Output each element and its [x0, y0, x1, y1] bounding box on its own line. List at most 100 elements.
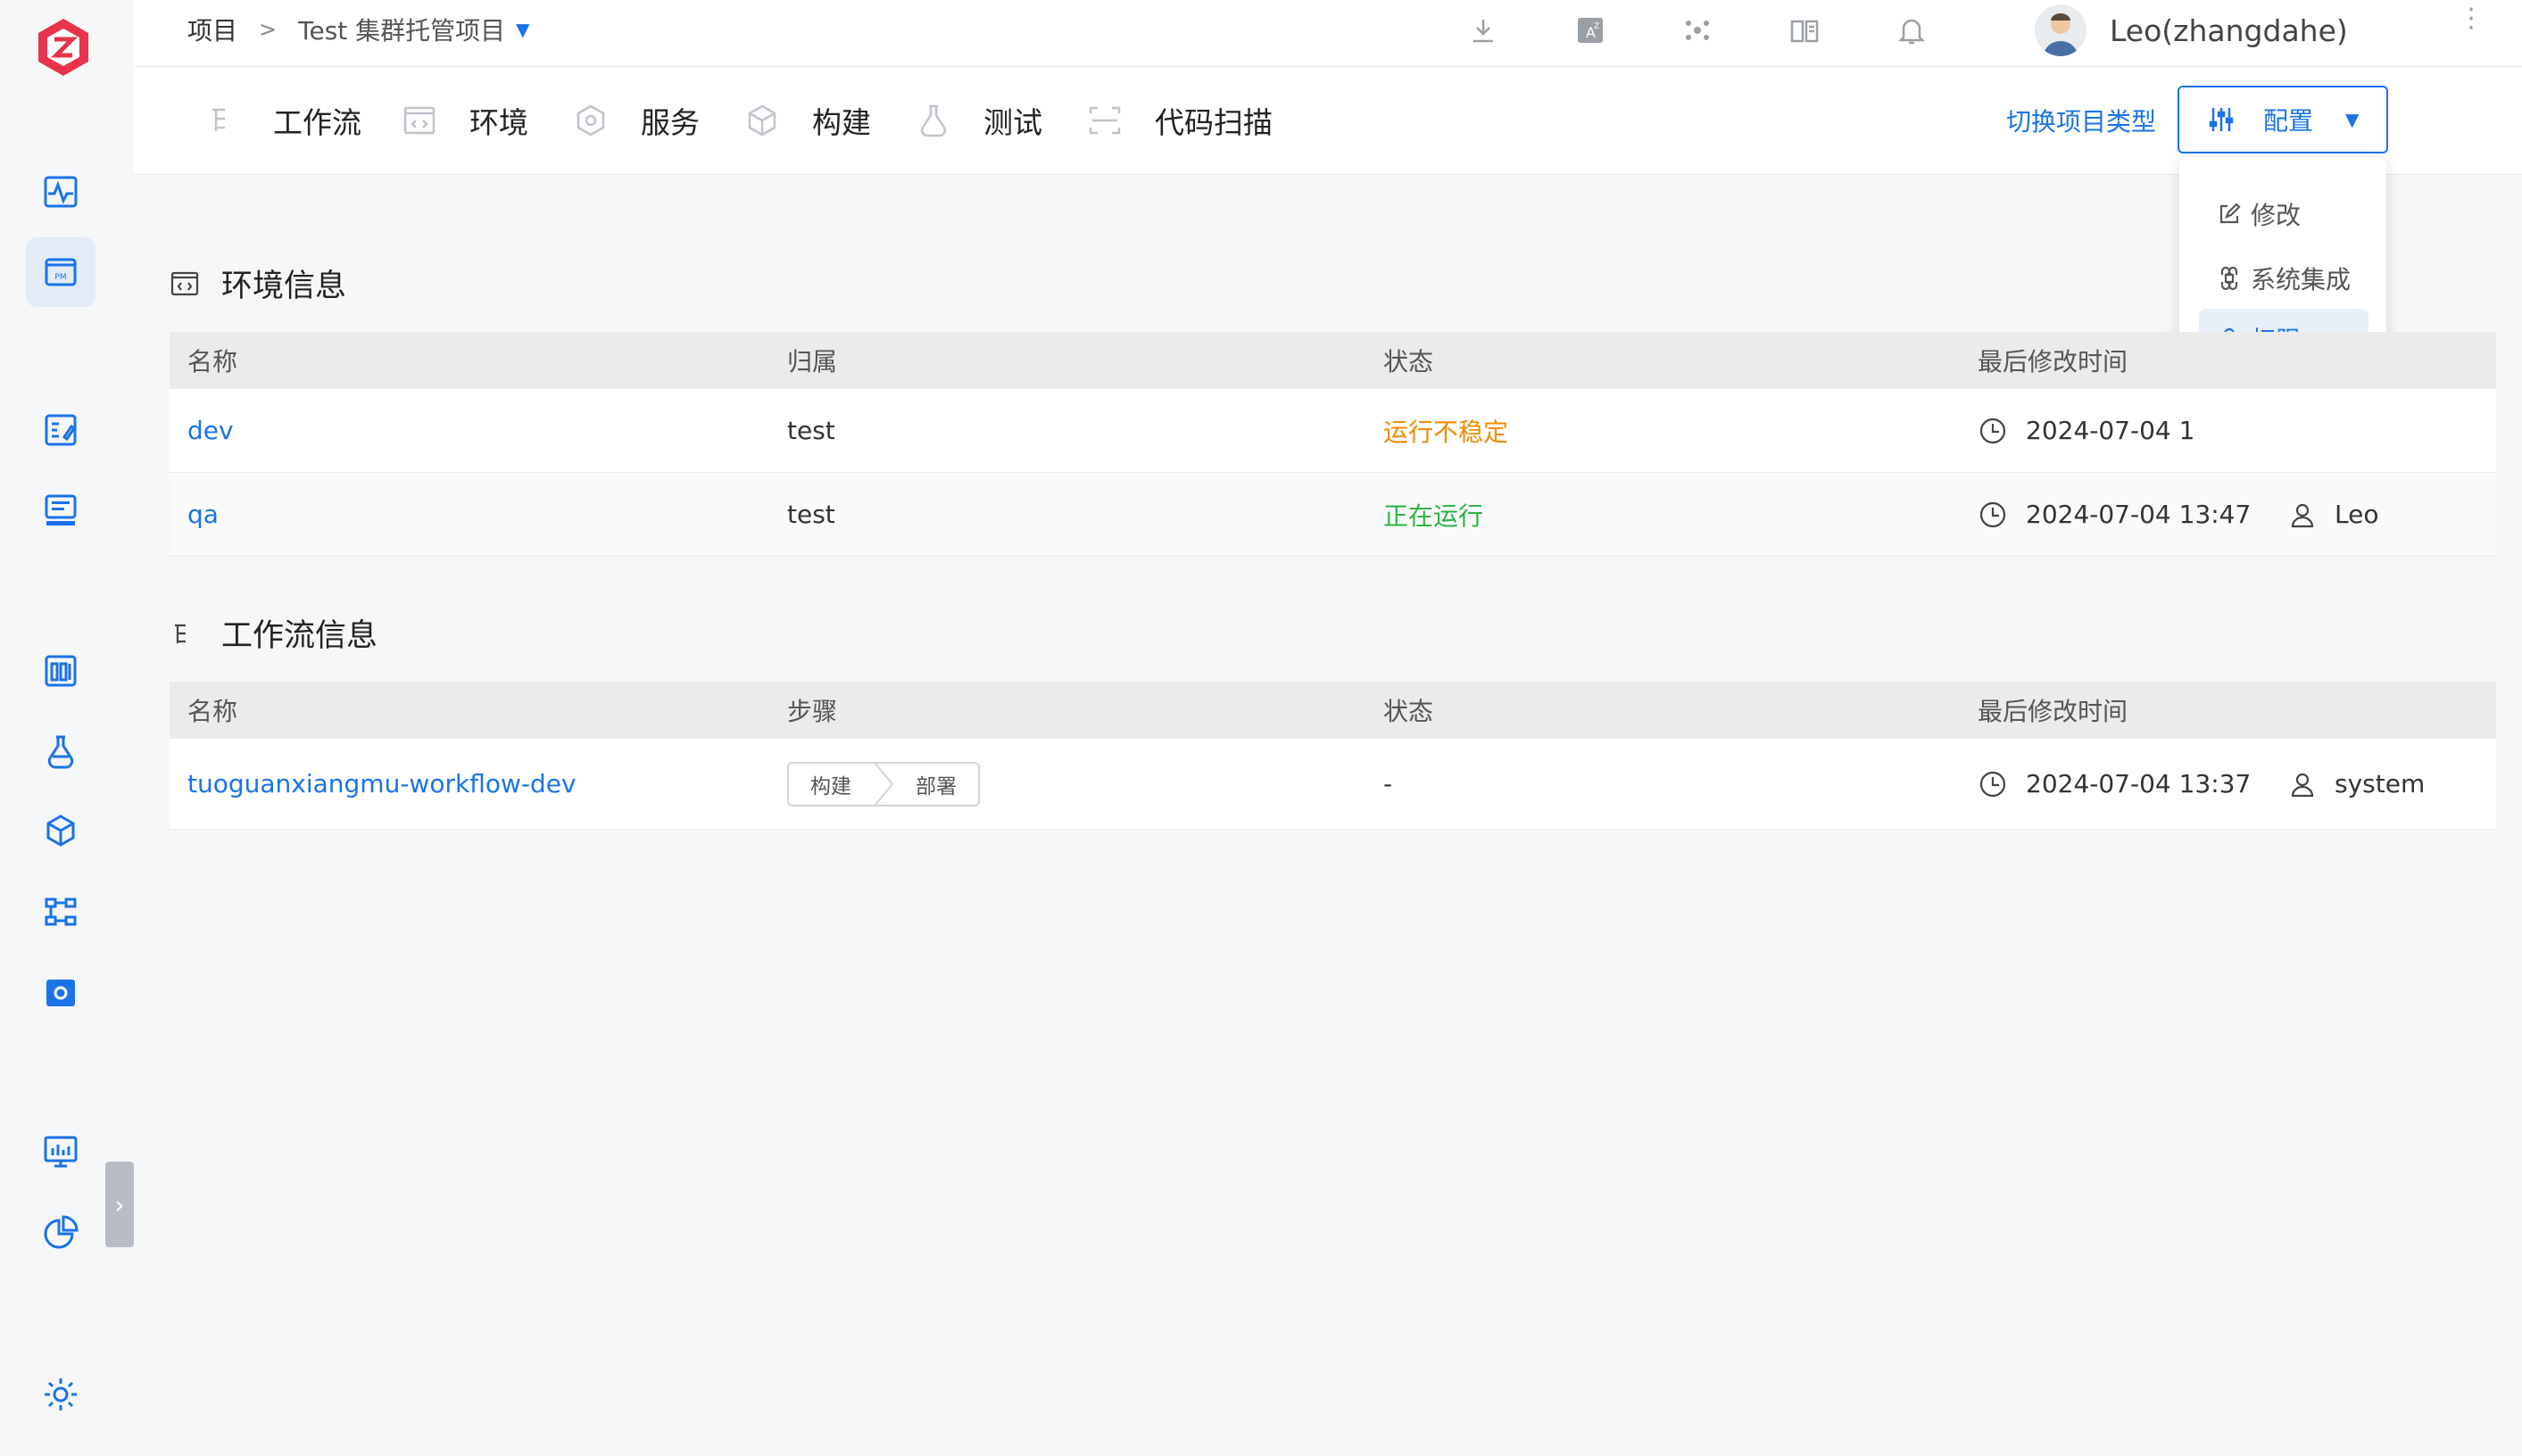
modified-time: 2024-07-04 13:47 [1978, 473, 2251, 556]
env-section-title-text: 环境信息 [221, 269, 347, 304]
column-header-steps: 步骤 [787, 697, 838, 726]
svg-text:PM: PM [54, 273, 66, 282]
column-header-owner: 归属 [787, 347, 838, 376]
config-dropdown-button[interactable]: 配置 ▼ [2178, 86, 2388, 153]
tab-environment[interactable]: 环境 [402, 67, 528, 174]
workflow-section-title-text: 工作流信息 [221, 618, 378, 654]
switch-project-type-link[interactable]: 切换项目类型 [2006, 103, 2156, 138]
modified-time-text: 2024-07-04 1 [2026, 416, 2195, 445]
status-badge: 正在运行 [1383, 500, 1484, 531]
tab-service-label: 服务 [641, 105, 700, 140]
more-options-icon[interactable]: ⋮ [2458, 5, 2485, 32]
sidebar-monitor-icon[interactable] [26, 1117, 95, 1187]
avatar [2035, 4, 2086, 56]
sidebar-pulse-icon[interactable] [26, 157, 95, 227]
svg-text:Z: Z [1594, 22, 1599, 31]
env-name-link[interactable]: dev [187, 389, 234, 472]
menu-item-integration-label: 系统集成 [2251, 265, 2352, 294]
command-icon [2220, 266, 2238, 291]
step-build: 构建 [810, 774, 851, 798]
modified-time: 2024-07-04 13:37 [1978, 739, 2251, 829]
tab-workflow-label: 工作流 [273, 105, 361, 140]
zadig-logo-icon[interactable] [32, 16, 95, 79]
sidebar-settings-box-icon[interactable] [26, 957, 95, 1027]
sidebar-artifact-icon[interactable] [26, 797, 95, 866]
modified-time: 2024-07-04 1 [1978, 389, 2194, 472]
project-subnav: 工作流 环境 服务 构建 测试 代码扫描 切换项目类型 配置 ▼ [134, 67, 2522, 175]
step-deploy: 部署 [916, 774, 957, 798]
breadcrumb: 项目 > Test 集群托管项目 ▼ [187, 0, 530, 59]
build-icon [744, 103, 780, 138]
tab-service[interactable]: 服务 [573, 67, 700, 174]
env-name-link[interactable]: qa [187, 473, 219, 556]
docs-book-icon[interactable] [1781, 7, 1828, 54]
language-icon[interactable]: AZ [1567, 7, 1614, 54]
env-owner: test [787, 500, 835, 529]
config-button-label: 配置 [2263, 106, 2314, 136]
clock-icon [1979, 771, 2006, 797]
tab-workflow[interactable]: 工作流 [205, 67, 361, 174]
sidebar-pipeline-icon[interactable] [26, 877, 95, 947]
workflow-table: 名称 步骤 状态 最后修改时间 tuoguanxiangmu-workflow-… [170, 682, 2496, 830]
modified-time-text: 2024-07-04 13:47 [2026, 500, 2252, 529]
edit-icon [2219, 203, 2241, 224]
status-badge: 运行不稳定 [1383, 417, 1509, 447]
environment-icon [170, 271, 199, 295]
chevron-right-icon [874, 762, 894, 806]
environment-table: 名称 归属 状态 最后修改时间 dev test 运行不稳定 2024-07-0… [170, 332, 2496, 557]
user-name: Leo(zhangdahe) [2110, 12, 2348, 48]
table-row[interactable]: tuoguanxiangmu-workflow-dev 构建 部署 - 2024… [170, 739, 2496, 830]
column-header-modified: 最后修改时间 [1978, 697, 2128, 726]
top-header: 项目 > Test 集群托管项目 ▼ AZ Leo(zhangdahe) ⋮ [134, 0, 2522, 67]
table-row[interactable]: dev test 运行不稳定 2024-07-04 1 [170, 389, 2496, 473]
modified-user-name: Leo [2335, 500, 2379, 529]
sidebar-expand-button[interactable]: › [105, 1162, 134, 1247]
tab-test[interactable]: 测试 [916, 67, 1042, 174]
table-header: 名称 归属 状态 最后修改时间 [170, 332, 2496, 389]
sidebar-project-icon[interactable]: PM [26, 237, 95, 307]
menu-item-integration[interactable]: 系统集成 [2199, 248, 2369, 309]
project-dropdown-caret-icon[interactable]: ▼ [516, 19, 529, 40]
workflow-icon [175, 624, 186, 643]
clock-icon [1979, 501, 2006, 527]
table-row[interactable]: qa test 正在运行 2024-07-04 13:47 Leo [170, 473, 2496, 557]
workflow-name-link[interactable]: tuoguanxiangmu-workflow-dev [187, 739, 577, 829]
sidebar: PM › [0, 0, 134, 1456]
breadcrumb-separator: > [259, 17, 278, 42]
sliders-icon [2209, 108, 2234, 131]
tab-code-scan-label: 代码扫描 [1155, 105, 1273, 140]
service-icon [573, 103, 609, 138]
tab-code-scan[interactable]: 代码扫描 [1087, 67, 1273, 174]
tab-environment-label: 环境 [469, 105, 528, 140]
sidebar-system-settings-icon[interactable] [26, 1360, 95, 1429]
scan-icon [1087, 103, 1123, 138]
plugin-dots-icon[interactable] [1674, 7, 1721, 54]
modified-time-text: 2024-07-04 13:37 [2026, 769, 2252, 798]
clock-icon [1979, 418, 2006, 443]
sidebar-dashboard-icon[interactable] [26, 636, 95, 706]
sidebar-pie-chart-icon[interactable] [26, 1197, 95, 1267]
modified-user: Leo [2288, 473, 2378, 556]
download-icon[interactable] [1460, 7, 1506, 54]
column-header-modified: 最后修改时间 [1978, 347, 2128, 376]
menu-item-edit-label: 修改 [2251, 201, 2302, 230]
user-icon [2291, 773, 2314, 797]
tab-build[interactable]: 构建 [744, 67, 871, 174]
sidebar-release-icon[interactable] [26, 476, 95, 545]
sidebar-test-flask-icon[interactable] [26, 716, 95, 786]
env-section-title: 环境信息 [170, 261, 346, 306]
user-menu[interactable]: Leo(zhangdahe) [2035, 4, 2348, 57]
steps-pipeline: 构建 部署 [787, 761, 980, 807]
status-value: - [1383, 769, 1393, 798]
tab-test-label: 测试 [983, 105, 1042, 140]
notification-bell-icon[interactable] [1888, 7, 1935, 54]
environment-icon [402, 103, 437, 138]
menu-item-edit[interactable]: 修改 [2199, 184, 2369, 244]
column-header-name: 名称 [187, 697, 238, 726]
column-header-name: 名称 [187, 347, 238, 376]
modified-user-name: system [2335, 769, 2426, 798]
breadcrumb-current-project[interactable]: Test 集群托管项目 [298, 12, 505, 47]
test-flask-icon [916, 103, 951, 138]
sidebar-document-edit-icon[interactable] [26, 395, 95, 465]
breadcrumb-root[interactable]: 项目 [187, 12, 237, 47]
